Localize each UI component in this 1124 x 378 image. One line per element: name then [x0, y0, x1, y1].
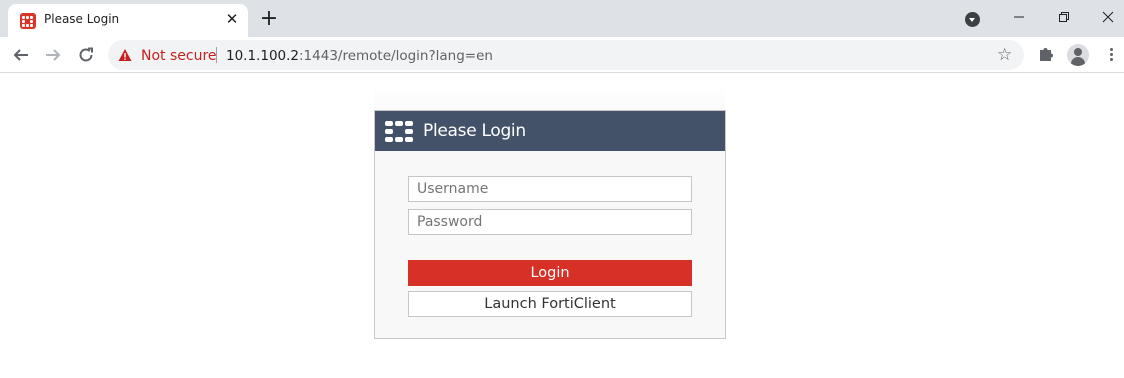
back-arrow-icon[interactable] [9, 43, 33, 67]
tab-search-icon[interactable] [965, 12, 980, 27]
close-tab-icon[interactable]: ✕ [224, 12, 240, 28]
browser-toolbar: Not secure 10.1.100.2:1443/remote/login?… [0, 37, 1124, 73]
not-secure-label[interactable]: Not secure [141, 48, 217, 64]
login-header: Please Login [375, 111, 725, 151]
omnibox-separator [216, 47, 217, 63]
url-path: :1443/remote/login?lang=en [299, 48, 493, 64]
fortinet-logo-icon [385, 121, 413, 142]
tab-title: Please Login [44, 12, 120, 26]
login-title: Please Login [423, 121, 526, 141]
close-window-button[interactable] [1094, 6, 1122, 28]
launch-forticlient-button[interactable]: Launch FortiClient [408, 291, 692, 317]
reload-icon[interactable] [74, 43, 98, 67]
login-panel: Please Login Login Launch FortiClient [374, 110, 726, 339]
fortinet-favicon-icon [20, 13, 36, 29]
forward-arrow-icon[interactable] [41, 43, 65, 67]
browser-tab[interactable]: Please Login ✕ [8, 4, 248, 37]
profile-icon[interactable] [1067, 44, 1089, 66]
kebab-menu-icon[interactable] [1104, 47, 1120, 63]
restore-button[interactable] [1050, 6, 1078, 28]
login-top-shadow [374, 84, 725, 111]
new-tab-button[interactable]: + [258, 8, 280, 30]
puzzle-icon[interactable] [1037, 45, 1055, 63]
tab-strip: Please Login ✕ + [0, 0, 1124, 37]
address-bar[interactable]: Not secure 10.1.100.2:1443/remote/login?… [108, 40, 1024, 70]
url-text[interactable]: 10.1.100.2:1443/remote/login?lang=en [226, 48, 493, 64]
warning-triangle-icon[interactable] [118, 48, 132, 62]
minimize-button[interactable] [1005, 6, 1033, 28]
password-input[interactable] [408, 209, 692, 235]
url-host: 10.1.100.2 [226, 48, 299, 64]
username-input[interactable] [408, 176, 692, 202]
star-icon[interactable]: ☆ [997, 45, 1012, 65]
login-button[interactable]: Login [408, 260, 692, 286]
